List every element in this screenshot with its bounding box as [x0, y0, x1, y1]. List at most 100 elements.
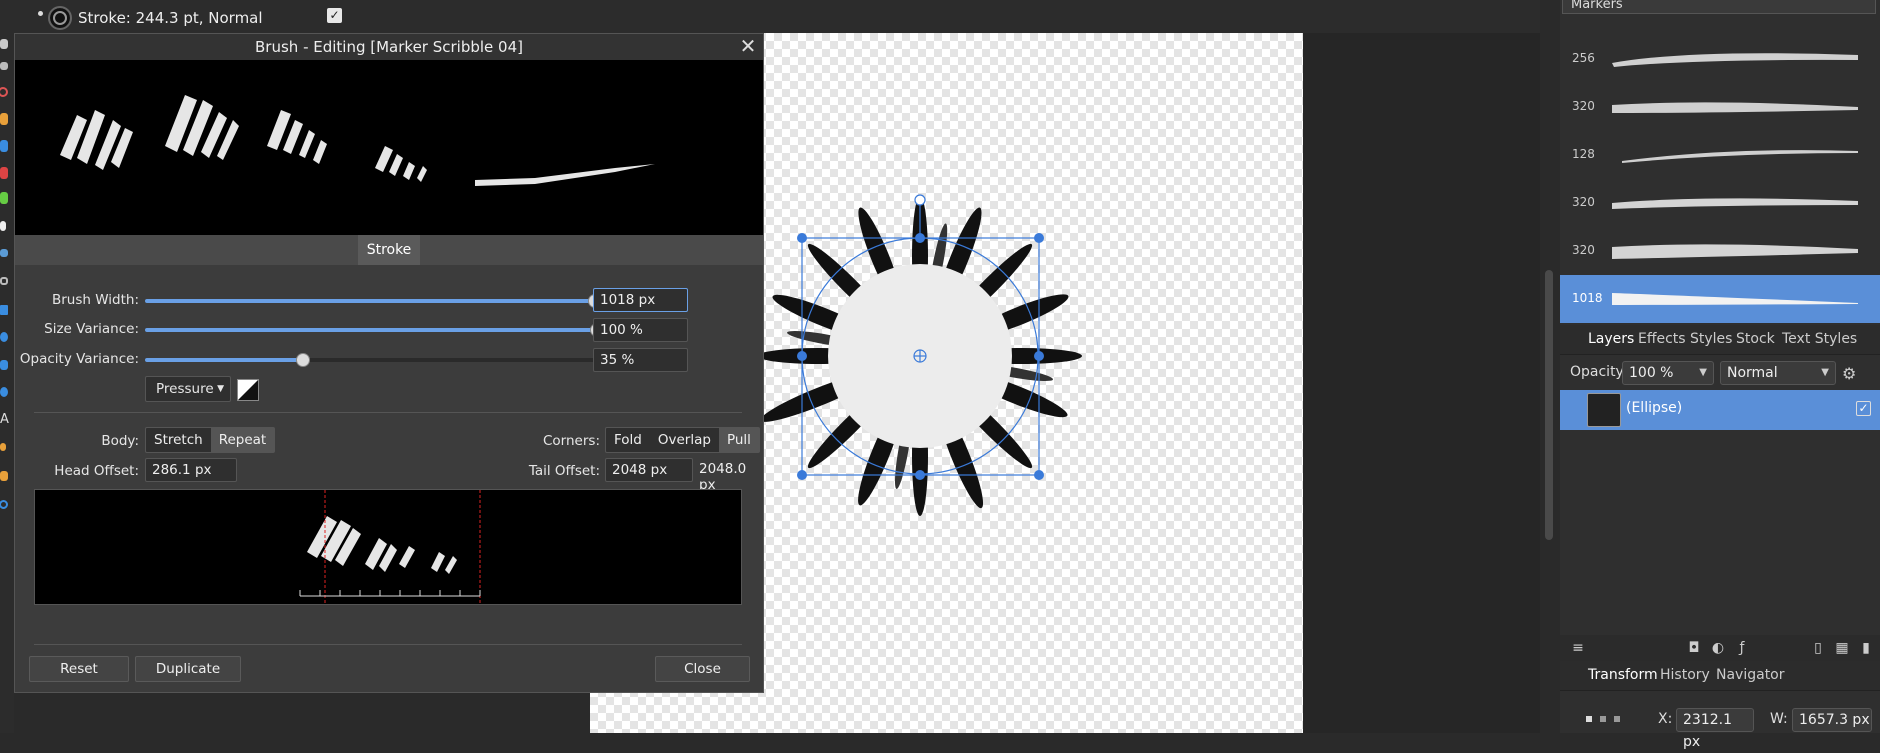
opacity-dropdown[interactable]: 100 % ▼ [1622, 361, 1714, 385]
mask-icon[interactable]: ◘ [1686, 640, 1702, 656]
nozzle-preview[interactable] [34, 489, 742, 605]
ellipse-icon[interactable] [0, 330, 14, 350]
opacity-variance-field[interactable]: 35 % [593, 348, 688, 372]
brush-stroke-preview [15, 60, 763, 235]
new-page-icon[interactable]: ▯ [1810, 640, 1826, 656]
gear-icon[interactable]: ⚙ [1842, 364, 1856, 383]
size-variance-field[interactable]: 100 % [593, 318, 688, 342]
pressure-curve-icon[interactable] [237, 379, 259, 401]
node-tool-icon[interactable] [0, 60, 14, 80]
brush-stroke-preview [1612, 198, 1858, 209]
ellipse-artwork[interactable] [760, 170, 1100, 550]
brush-item[interactable]: 256 [1560, 35, 1880, 83]
brush-size: 128 [1572, 147, 1595, 161]
tail-offset-field[interactable]: 2048 px [605, 458, 693, 482]
transform-tab-bar: Transform History Navigator [1560, 661, 1880, 691]
blend-mode-value: Normal [1727, 365, 1778, 381]
body-mode-group: Stretch Repeat [145, 427, 276, 453]
layers-toolbar: ≡ ◘ ◐ ƒ ▯ ▦ ▮ [1560, 635, 1880, 661]
brush-stroke-preview [1612, 102, 1858, 113]
trash-icon[interactable]: ▮ [1858, 640, 1874, 656]
tab-layers[interactable]: Layers [1588, 331, 1634, 347]
reset-button[interactable]: Reset [29, 656, 129, 682]
tab-styles[interactable]: Styles [1690, 331, 1732, 347]
stroke-info[interactable]: Stroke: 244.3 pt, Normal [78, 9, 263, 27]
pull-button[interactable]: Pull [718, 428, 759, 452]
layer-name[interactable]: (Ellipse) [1626, 400, 1682, 416]
visibility-checkbox[interactable]: ✓ [1856, 401, 1871, 416]
size-variance-label: Size Variance: [44, 321, 139, 337]
checkbox-icon[interactable]: ✓ [327, 8, 342, 23]
x-field[interactable]: 2312.1 px [1676, 708, 1754, 750]
brush-width-field[interactable]: 1018 px [593, 288, 688, 312]
close-button[interactable]: Close [655, 656, 750, 682]
adjustment-icon[interactable]: ◐ [1710, 640, 1726, 656]
brush-item[interactable]: 320 [1560, 83, 1880, 131]
w-field[interactable]: 1657.3 px [1792, 708, 1872, 732]
brush-item[interactable]: 320 [1560, 227, 1880, 275]
slider-fill [145, 358, 303, 362]
opacity-label: Opacity: [1570, 364, 1628, 380]
scroll-thumb[interactable] [1545, 270, 1553, 540]
brush-category-label: Markers [1571, 0, 1623, 12]
tab-navigator[interactable]: Navigator [1716, 667, 1785, 683]
tab-history[interactable]: History [1660, 667, 1710, 683]
image-icon[interactable] [0, 247, 14, 267]
tab-text-styles[interactable]: Text Styles [1782, 331, 1857, 347]
tab-transform[interactable]: Transform [1588, 667, 1658, 683]
head-offset-field[interactable]: 286.1 px [145, 458, 237, 482]
brush-width-slider[interactable] [145, 299, 595, 303]
rectangle-icon[interactable] [0, 303, 14, 323]
brush-stroke-preview [1612, 53, 1858, 67]
brush-tool-icon[interactable] [0, 165, 14, 185]
pressure-dropdown[interactable]: Pressure ▼ [145, 376, 231, 402]
tail-offset-label: Tail Offset: [528, 463, 600, 479]
duplicate-button[interactable]: Duplicate [135, 656, 241, 682]
brush-size: 320 [1572, 195, 1595, 209]
tab-stroke[interactable]: Stroke [358, 235, 420, 265]
cog-shape-icon[interactable] [0, 385, 14, 405]
size-variance-slider[interactable] [145, 328, 595, 332]
checker-icon[interactable]: ▦ [1834, 640, 1850, 656]
fold-button[interactable]: Fold [606, 428, 650, 452]
anchor-icon[interactable] [1586, 716, 1626, 722]
hand-icon[interactable] [0, 469, 14, 489]
stroke-swatch[interactable] [48, 6, 72, 30]
corners-mode-group: Fold Overlap Pull [605, 427, 760, 453]
fx-icon[interactable]: ƒ [1734, 640, 1750, 656]
chevron-down-icon: ▼ [1699, 367, 1707, 378]
paint-brush-icon[interactable] [0, 111, 14, 131]
tools-panel: A [0, 33, 14, 733]
close-icon[interactable]: ✕ [739, 36, 757, 56]
brush-stroke-preview [1612, 293, 1858, 305]
rounded-rect-icon[interactable] [0, 358, 14, 378]
context-toolbar: Stroke: 244.3 pt, Normal ✓ [0, 0, 1540, 33]
text-tool-icon[interactable]: A [0, 412, 14, 433]
gradient-tool-icon[interactable] [0, 85, 14, 105]
slider-fill [145, 328, 595, 332]
stretch-button[interactable]: Stretch [146, 428, 211, 452]
slider-knob[interactable] [295, 353, 310, 367]
brush-item-selected[interactable]: 1018 [1560, 275, 1880, 323]
opacity-variance-slider[interactable] [145, 358, 595, 362]
brush-item[interactable]: 128 [1560, 131, 1880, 179]
brush-item[interactable]: 320 [1560, 179, 1880, 227]
move-tool-icon[interactable] [0, 37, 14, 57]
overlap-button[interactable]: Overlap [650, 428, 719, 452]
crop-icon[interactable] [0, 275, 14, 295]
zoom-icon[interactable] [0, 498, 14, 518]
panel-scrollbar[interactable] [1540, 0, 1560, 733]
tab-effects[interactable]: Effects [1638, 331, 1686, 347]
brush-category-dropdown[interactable]: Markers [1562, 0, 1876, 14]
pencil-icon[interactable] [0, 138, 14, 158]
repeat-button[interactable]: Repeat [210, 428, 275, 452]
pressure-label: Pressure [156, 381, 214, 397]
blend-mode-dropdown[interactable]: Normal ▼ [1720, 361, 1836, 385]
chevron-down-icon: ▼ [1821, 367, 1829, 378]
tab-stock[interactable]: Stock [1736, 331, 1775, 347]
eraser-icon[interactable] [0, 219, 14, 239]
layers-stack-icon[interactable]: ≡ [1570, 640, 1586, 656]
fill-tool-icon[interactable] [0, 190, 14, 210]
brush-editor-dialog: Brush - Editing [Marker Scribble 04] ✕ S… [14, 33, 764, 693]
color-picker-icon[interactable] [0, 441, 14, 461]
